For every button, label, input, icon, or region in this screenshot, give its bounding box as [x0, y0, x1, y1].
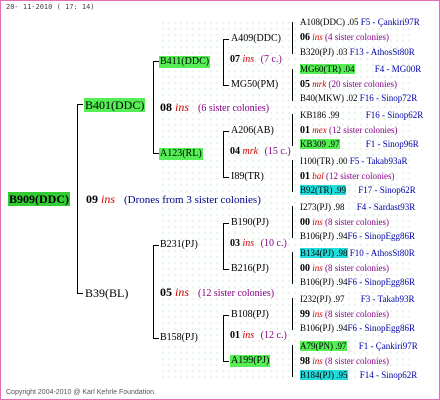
connector — [223, 39, 229, 40]
gen3-queen[interactable]: A409(DDC) — [231, 34, 281, 44]
gen2-queen[interactable]: B411(DDC) — [159, 56, 211, 68]
footer-copyright: Copyright 2004-2010 @ Karl Kehrle Founda… — [6, 389, 156, 396]
gen1-year: 08 — [160, 100, 172, 114]
connector — [292, 345, 293, 377]
connector — [153, 338, 159, 339]
gen4-parent[interactable]: KB186 .99 F16 - Sinop62R — [300, 111, 423, 120]
gen2-note: (10 c.) — [260, 238, 287, 249]
gen1-queen[interactable]: B401(DDC) — [84, 98, 146, 112]
gen4-parent[interactable]: I273(PJ) .98 F4 - Sardast93R — [300, 203, 415, 212]
gen4-parent[interactable]: MG60(TR) .04 F4 - MG00R — [300, 64, 421, 74]
gen2-year: 07 — [230, 54, 240, 65]
gen4-parent[interactable]: I232(PJ) .97 F3 - Takab93R — [300, 295, 414, 304]
gen1-year: 05 — [160, 285, 172, 299]
root-suffix: ins — [101, 192, 116, 206]
gen4-parent[interactable]: B320(PJ) .03 F13 - AthosSt80R — [300, 48, 415, 57]
connector — [77, 293, 83, 294]
gen4-info: 98 ins (8 sister colonies) — [300, 356, 389, 367]
connector — [292, 206, 293, 238]
gen4-parent[interactable]: I100(TR) .00 F5 - Takab93aR — [300, 157, 407, 166]
connector — [292, 22, 293, 54]
connector — [292, 298, 293, 330]
gen2-year: 03 — [230, 238, 240, 249]
gen2-queen[interactable]: B231(PJ) — [160, 240, 198, 250]
gen2-info: 01 ins (12 c.) — [230, 331, 287, 341]
gen4-parent[interactable]: B40(MKW) .02 F16 - Sinop72R — [300, 94, 417, 103]
gen2-info: 07 ins (7 c.) — [230, 55, 282, 65]
gen4-info: 01 mex (12 sister colonies) — [300, 125, 398, 136]
root-info: 09 ins (Drones from 3 sister colonies) — [86, 193, 261, 206]
gen2-suffix: ins — [242, 330, 255, 341]
gen4-info: 06 ins (4 sister colonies) — [300, 32, 389, 43]
gen4-info: 99 ins (8 sister colonies) — [300, 309, 389, 320]
gen4-parent[interactable]: B106(PJ) .94F6 - SinopEgg86R — [300, 278, 415, 287]
gen2-year: 01 — [230, 330, 240, 341]
gen3-queen[interactable]: A199(PJ) — [230, 355, 271, 367]
connector — [223, 315, 229, 316]
gen1-note: (6 sister colonies) — [198, 103, 270, 114]
connector — [223, 131, 229, 132]
connector — [223, 223, 229, 224]
gen4-parent[interactable]: B106(PJ) .94F6 - SinopEgg86R — [300, 232, 415, 241]
gen3-queen[interactable]: I89(TR) — [231, 172, 264, 182]
gen4-parent[interactable]: KB309 .97 F1 - Sinop96R — [300, 139, 419, 149]
gen1-info: 08 ins (6 sister colonies) — [160, 101, 269, 114]
gen2-suffix: ins — [242, 54, 255, 65]
gen1-info: 05 ins (12 sister colonies) — [160, 286, 274, 299]
gen4-parent[interactable]: A79(PN) .97 F1 - Çankiri97R — [300, 341, 418, 351]
connector — [153, 245, 159, 246]
connector — [153, 61, 154, 153]
connector — [292, 114, 293, 146]
connector — [292, 69, 293, 101]
connector — [223, 315, 224, 361]
connector — [223, 39, 224, 85]
gen4-info: 00 ins (8 sister colonies) — [300, 217, 389, 228]
gen4-parent[interactable]: B92(TR) .99 F17 - Sinop62R — [300, 185, 416, 195]
gen2-info: 04 mrk (15 c.) — [230, 147, 291, 157]
root-year: 09 — [86, 192, 98, 206]
gen2-queen[interactable]: B158(PJ) — [160, 333, 198, 343]
connector — [77, 104, 83, 105]
root-note: (Drones from 3 sister colonies) — [124, 194, 261, 206]
gen1-queen[interactable]: B39(BL) — [85, 287, 128, 299]
gen2-suffix: ins — [242, 238, 255, 249]
gen2-info: 03 ins (10 c.) — [230, 239, 287, 249]
connector — [292, 252, 293, 284]
connector — [223, 361, 229, 362]
gen3-queen[interactable]: MG50(PM) — [231, 80, 278, 90]
connector — [153, 245, 154, 338]
gen4-parent[interactable]: B134(PJ) .98 F10 - AthosSt80R — [300, 248, 415, 258]
gen2-suffix: mrk — [242, 146, 259, 157]
connector — [223, 85, 229, 86]
root-queen[interactable]: B909(DDC) — [8, 192, 70, 206]
gen4-info: 01 bal (12 sister colonies) — [300, 171, 395, 182]
gen1-suffix: ins — [175, 100, 190, 114]
connector — [223, 223, 224, 269]
connector — [292, 160, 293, 192]
gen1-note: (12 sister colonies) — [198, 288, 275, 299]
gen3-queen[interactable]: B190(PJ) — [231, 218, 269, 228]
connector — [223, 269, 229, 270]
gen2-note: (7 c.) — [260, 54, 282, 65]
gen4-info: 00 ins (8 sister colonies) — [300, 263, 389, 274]
gen4-parent[interactable]: A108(DDC) .05 F5 - Çankiri97R — [300, 18, 420, 27]
connector — [223, 177, 229, 178]
gen4-parent[interactable]: B184(PJ) .95 F14 - Sinop62R — [300, 370, 417, 380]
gen4-parent[interactable]: B106(PJ) .94F6 - SinopEgg86R — [300, 324, 415, 333]
header-date: 20- 11-2010 ( 17: 14) — [6, 3, 95, 11]
gen3-queen[interactable]: B108(PJ) — [231, 310, 269, 320]
gen2-year: 04 — [230, 146, 240, 157]
gen4-info: 05 mrk (20 sister colonies) — [300, 79, 397, 90]
connector — [223, 131, 224, 177]
gen2-note: (12 c.) — [260, 330, 287, 341]
gen3-queen[interactable]: B216(PJ) — [231, 264, 269, 274]
gen3-queen[interactable]: A206(AB) — [231, 126, 274, 136]
connector — [77, 104, 78, 294]
gen2-queen[interactable]: A123(RL) — [159, 148, 203, 160]
gen2-note: (15 c.) — [264, 146, 291, 157]
gen1-suffix: ins — [175, 285, 190, 299]
